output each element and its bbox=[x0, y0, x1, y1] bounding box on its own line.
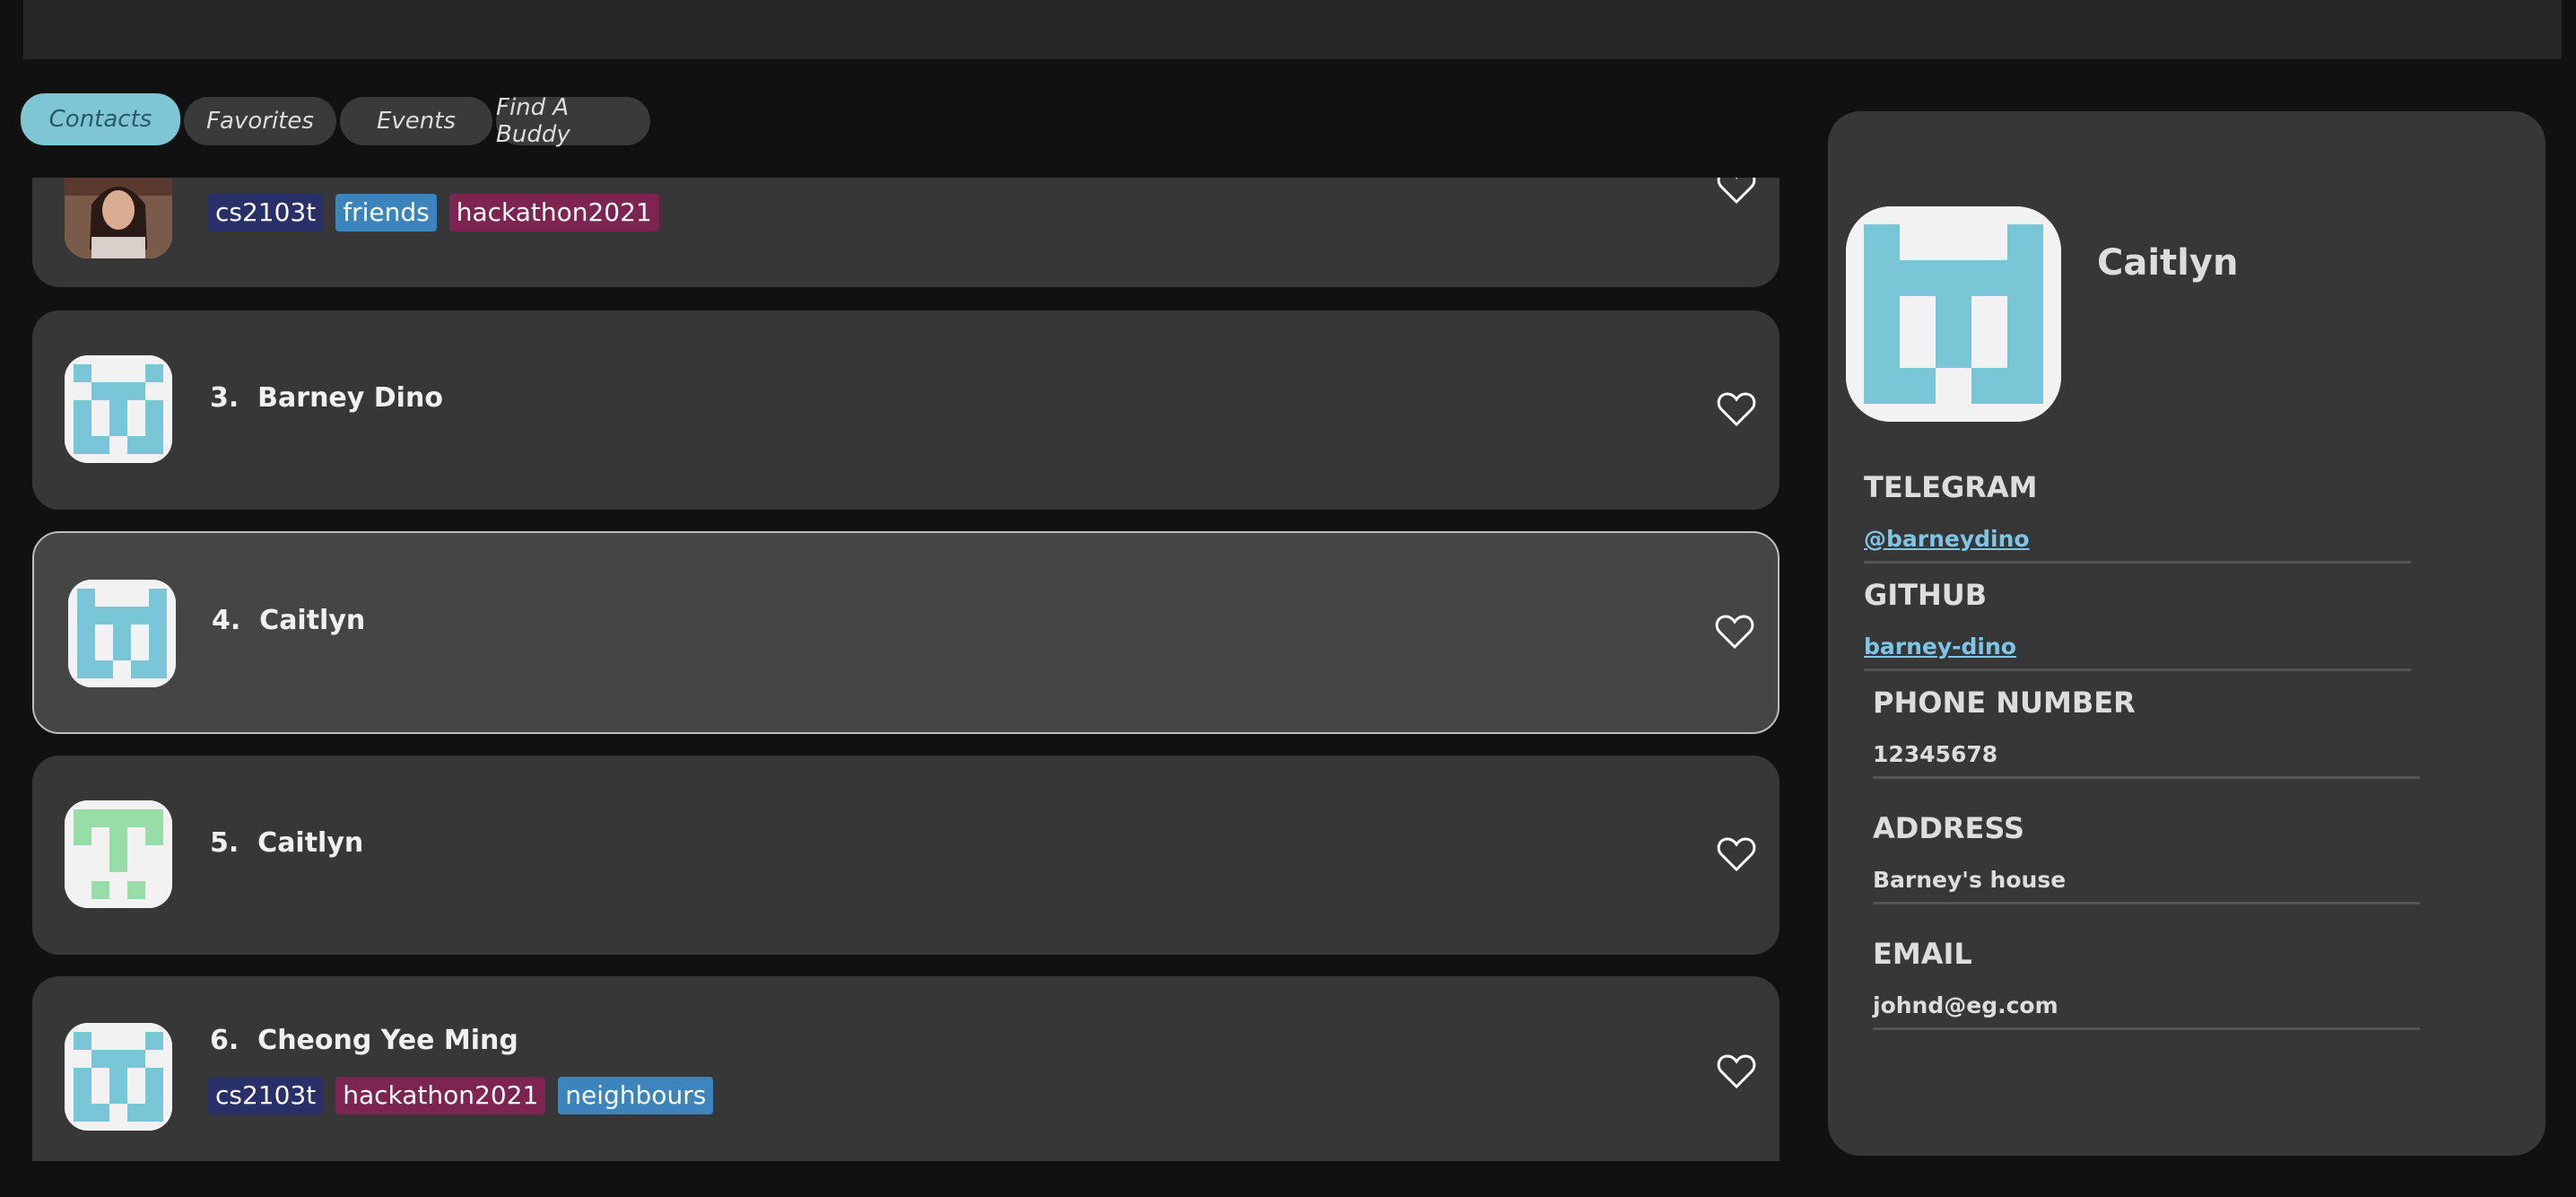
divider bbox=[1873, 902, 2420, 904]
identicon-avatar bbox=[65, 800, 172, 908]
contact-name-text: Barney Dino bbox=[257, 382, 443, 414]
tab-bar: Contacts Favorites Events Find A Buddy bbox=[21, 93, 650, 148]
tag: hackathon2021 bbox=[448, 194, 659, 232]
telegram-label: TELEGRAM bbox=[1864, 470, 2038, 504]
identicon-avatar bbox=[65, 1023, 172, 1131]
address-value: Barney's house bbox=[1873, 867, 2067, 893]
contact-detail-panel: Caitlyn TELEGRAM @barneydino GITHUB barn… bbox=[1828, 111, 2546, 1156]
divider bbox=[1873, 1027, 2420, 1030]
telegram-field: TELEGRAM @barneydino bbox=[1864, 470, 2411, 564]
contact-name-text: Caitlyn bbox=[257, 827, 364, 859]
address-label: ADDRESS bbox=[1873, 811, 2025, 845]
contact-index: 4. bbox=[212, 605, 241, 636]
title-bar bbox=[23, 0, 2562, 59]
detail-name: Caitlyn bbox=[2097, 242, 2239, 284]
contact-card-selected[interactable]: 4. Caitlyn bbox=[32, 531, 1780, 734]
contact-name: 4. Caitlyn bbox=[212, 605, 365, 636]
favorite-heart-icon[interactable] bbox=[1717, 391, 1756, 427]
contact-name: 5. Caitlyn bbox=[210, 827, 363, 859]
github-link[interactable]: barney-dino bbox=[1864, 633, 2411, 660]
tag: cs2103t bbox=[208, 1077, 324, 1114]
contact-index: 5. bbox=[210, 827, 239, 859]
contact-name: 6. Cheong Yee Ming bbox=[210, 1025, 518, 1056]
contact-card[interactable]: 6. Cheong Yee Ming cs2103t hackathon2021… bbox=[32, 976, 1780, 1161]
photo-avatar bbox=[65, 178, 172, 258]
tab-favorites[interactable]: Favorites bbox=[184, 97, 336, 145]
github-field: GITHUB barney-dino bbox=[1864, 578, 2411, 671]
email-field: EMAIL johnd@eg.com bbox=[1873, 937, 2420, 1030]
github-label: GITHUB bbox=[1864, 578, 1988, 612]
divider bbox=[1864, 561, 2411, 564]
contact-index: 3. bbox=[210, 382, 239, 414]
phone-value: 12345678 bbox=[1873, 741, 1998, 767]
telegram-link[interactable]: @barneydino bbox=[1864, 526, 2411, 552]
favorite-heart-icon[interactable] bbox=[1717, 836, 1756, 872]
tab-find-a-buddy[interactable]: Find A Buddy bbox=[496, 94, 650, 148]
contact-card[interactable]: 3. Barney Dino bbox=[32, 310, 1780, 510]
phone-label: PHONE NUMBER bbox=[1873, 686, 2136, 720]
tab-contacts[interactable]: Contacts bbox=[21, 93, 180, 145]
contact-name-text: Cheong Yee Ming bbox=[257, 1025, 518, 1056]
detail-identicon-avatar bbox=[1846, 206, 2061, 422]
tag: friends bbox=[335, 194, 437, 232]
contact-name: 3. Barney Dino bbox=[210, 382, 443, 414]
divider bbox=[1864, 668, 2411, 671]
contact-card[interactable]: cs2103t friends hackathon2021 bbox=[32, 178, 1780, 287]
email-value: johnd@eg.com bbox=[1873, 992, 2058, 1018]
favorite-heart-icon[interactable] bbox=[1717, 178, 1756, 205]
address-field: ADDRESS Barney's house bbox=[1873, 811, 2420, 904]
contact-card[interactable]: 5. Caitlyn bbox=[32, 756, 1780, 955]
divider bbox=[1873, 776, 2420, 779]
tag-list: cs2103t hackathon2021 neighbours bbox=[208, 1077, 714, 1114]
tag: cs2103t bbox=[208, 194, 324, 232]
tag: neighbours bbox=[558, 1077, 714, 1114]
identicon-avatar bbox=[65, 355, 172, 463]
tab-events[interactable]: Events bbox=[340, 97, 492, 145]
identicon-avatar bbox=[68, 580, 176, 687]
contact-name-text: Caitlyn bbox=[259, 605, 366, 636]
tag: hackathon2021 bbox=[335, 1077, 546, 1114]
tag-list: cs2103t friends hackathon2021 bbox=[208, 194, 659, 232]
phone-field: PHONE NUMBER 12345678 bbox=[1873, 686, 2420, 779]
favorite-heart-icon[interactable] bbox=[1717, 1053, 1756, 1089]
contact-list[interactable]: cs2103t friends hackathon2021 3. Barney … bbox=[27, 178, 1785, 1161]
email-label: EMAIL bbox=[1873, 937, 1972, 971]
contact-index: 6. bbox=[210, 1025, 239, 1056]
favorite-heart-icon[interactable] bbox=[1715, 614, 1754, 650]
